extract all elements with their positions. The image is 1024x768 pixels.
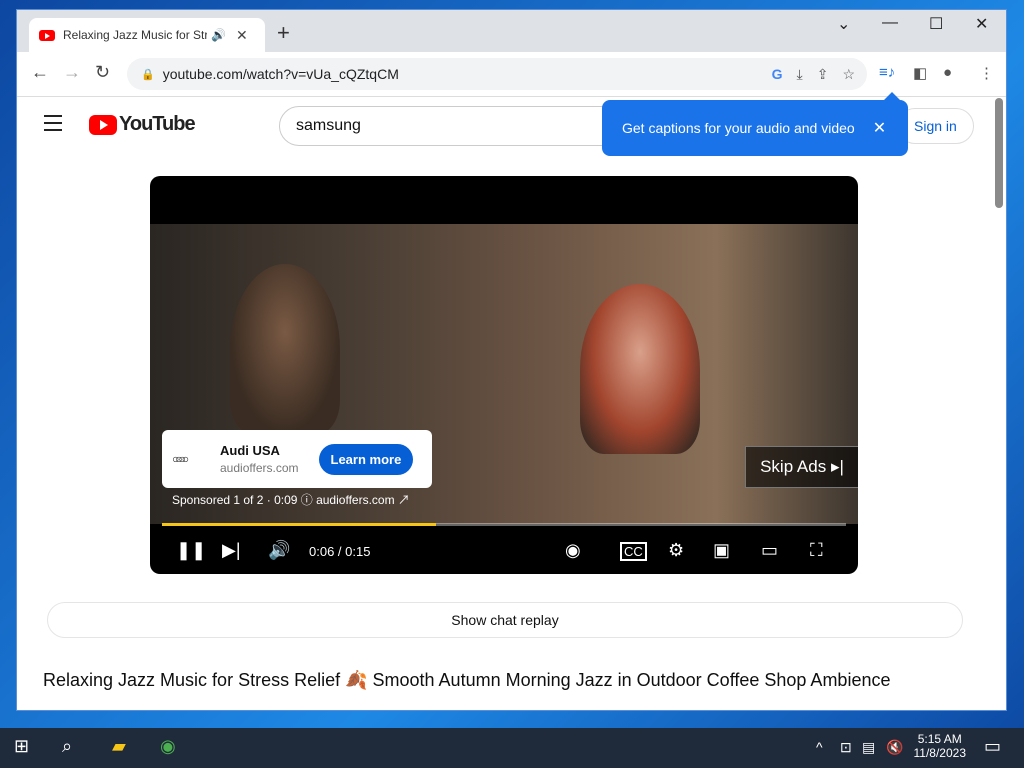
clock-date: 11/8/2023 [913, 746, 967, 760]
settings-gear-icon[interactable]: ⚙ [668, 540, 684, 561]
speaker-icon[interactable]: 🔊 [211, 28, 226, 42]
popup-close-icon[interactable]: ✕ [873, 118, 886, 138]
search-value[interactable]: samsung [296, 117, 361, 135]
bookmark-star-icon[interactable]: ☆ [842, 66, 855, 83]
back-icon[interactable]: ← [31, 62, 49, 83]
forward-icon[interactable]: → [63, 62, 81, 83]
fullscreen-icon[interactable]: ⛶ [810, 540, 823, 561]
theater-mode-icon[interactable]: ▭ [761, 540, 778, 561]
video-person-woman [580, 284, 700, 454]
sign-in-button[interactable]: Sign in [897, 108, 974, 144]
progress-fill [162, 523, 436, 526]
ad-advertiser: Audi USA [220, 443, 280, 458]
install-icon[interactable]: ⤓ [797, 66, 803, 83]
video-player[interactable]: ○○○○ Audi USA audioffers.com Learn more … [150, 176, 858, 574]
sponsored-label[interactable]: Sponsored 1 of 2 · 0:09 ⓘ audioffers.com… [172, 491, 410, 508]
youtube-play-icon [89, 114, 117, 135]
tray-network-icon[interactable]: ⊡ [840, 739, 852, 756]
file-explorer-icon[interactable]: ▰ [112, 736, 126, 757]
popup-message: Get captions for your audio and video [622, 120, 855, 136]
taskbar: ⊞ ⌕ ▰ ◉ ^ ⊡ ▤ 🔇 5:15 AM 11/8/2023 ▭ [0, 728, 1024, 768]
audi-rings-icon: ○○○○ [172, 452, 189, 466]
tray-volume-icon[interactable]: 🔇 [886, 739, 903, 756]
chrome-icon[interactable]: ◉ [160, 736, 176, 757]
youtube-logo[interactable]: YouTube [89, 113, 196, 136]
youtube-logo-text: YouTube [119, 113, 196, 135]
ad-card[interactable]: ○○○○ Audi USA audioffers.com Learn more [162, 430, 432, 488]
hamburger-menu-icon[interactable] [44, 115, 62, 136]
search-icon[interactable]: ⌕ [62, 736, 72, 757]
search-input[interactable]: samsung [279, 106, 621, 146]
tab-close-icon[interactable]: ✕ [236, 27, 248, 44]
tab-strip: Relaxing Jazz Music for Stre 🔊 ✕ + ⌄ — ☐… [17, 10, 1006, 52]
show-chat-replay-button[interactable]: Show chat replay [47, 602, 963, 638]
side-panel-icon[interactable]: ◧ [913, 64, 927, 82]
volume-icon[interactable]: 🔊 [268, 540, 290, 561]
browser-tab[interactable]: Relaxing Jazz Music for Stre 🔊 ✕ [29, 18, 265, 52]
progress-bar[interactable] [162, 523, 846, 526]
menu-icon[interactable]: ⋮ [979, 64, 994, 82]
lock-icon[interactable]: 🔒 [141, 68, 155, 81]
player-controls: ❚❚ ▶| 🔊 0:06 / 0:15 ◉ CC ⚙ ▣ ▭ ⛶ [150, 534, 858, 570]
pause-icon[interactable]: ❚❚ [176, 540, 206, 561]
notifications-icon[interactable]: ▭ [984, 736, 1001, 757]
profile-icon[interactable]: ● [943, 64, 952, 81]
address-bar-icons: G ⤓ ⇪ ☆ [772, 66, 855, 83]
time-display: 0:06 / 0:15 [309, 544, 371, 559]
captions-popup: Get captions for your audio and video ✕ [602, 92, 908, 156]
skip-ads-button[interactable]: Skip Ads ▸| [745, 446, 858, 488]
video-person-man [230, 264, 340, 434]
close-window-icon[interactable]: ✕ [975, 14, 988, 34]
maximize-icon[interactable]: ☐ [929, 14, 943, 34]
captions-icon[interactable]: CC [620, 542, 647, 561]
new-tab-button[interactable]: + [277, 20, 290, 46]
share-icon[interactable]: ⇪ [817, 66, 829, 83]
tray-chevron-icon[interactable]: ^ [816, 739, 823, 755]
url-text[interactable]: youtube.com/watch?v=vUa_cQZtqCM [163, 66, 399, 82]
ad-text: Audi USA audioffers.com [220, 443, 299, 475]
learn-more-button[interactable]: Learn more [318, 443, 414, 475]
windows-start-icon[interactable]: ⊞ [14, 736, 29, 757]
media-control-icon[interactable]: ≡♪ [879, 64, 895, 81]
video-title: Relaxing Jazz Music for Stress Relief 🍂 … [43, 670, 891, 690]
ad-url: audioffers.com [220, 461, 299, 475]
tab-title: Relaxing Jazz Music for Stre [63, 28, 207, 42]
tray-display-icon[interactable]: ▤ [862, 739, 875, 756]
browser-toolbar: ← → ↻ 🔒 youtube.com/watch?v=vUa_cQZtqCM … [17, 52, 1006, 97]
reload-icon[interactable]: ↻ [95, 62, 110, 83]
minimize-icon[interactable]: — [882, 14, 898, 32]
youtube-favicon-icon [39, 29, 55, 41]
address-bar[interactable]: 🔒 youtube.com/watch?v=vUa_cQZtqCM G ⤓ ⇪ … [127, 58, 867, 90]
tab-search-icon[interactable]: ⌄ [837, 14, 850, 34]
clock-time: 5:15 AM [917, 732, 962, 746]
browser-window: Relaxing Jazz Music for Stre 🔊 ✕ + ⌄ — ☐… [17, 10, 1006, 710]
miniplayer-icon[interactable]: ▣ [713, 540, 730, 561]
page-scrollbar[interactable] [995, 98, 1003, 208]
clock[interactable]: 5:15 AM 11/8/2023 [914, 732, 967, 760]
google-icon[interactable]: G [772, 66, 783, 83]
autoplay-toggle-icon[interactable]: ◉ [565, 540, 581, 561]
next-icon[interactable]: ▶| [222, 540, 241, 561]
